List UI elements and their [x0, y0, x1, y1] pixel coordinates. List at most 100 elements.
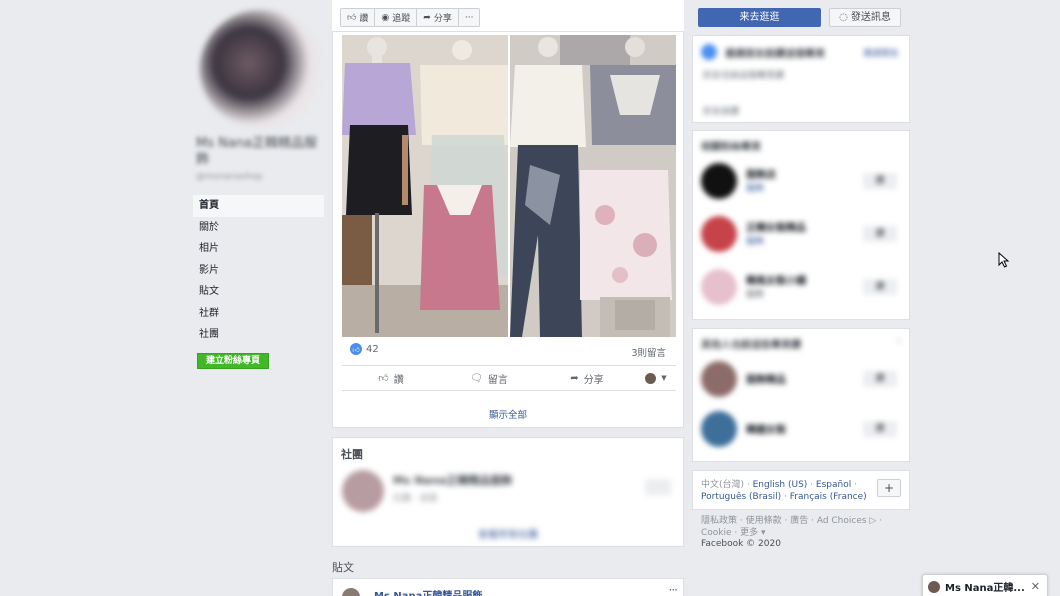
comment-bubble-icon: 🗨︎: [470, 372, 483, 384]
post-comment-button[interactable]: 🗨︎ 留言: [440, 371, 538, 386]
page-avatar-icon: [645, 372, 657, 384]
chat-tab[interactable]: Ms Nana正韓... ✕: [922, 574, 1048, 596]
reaction-count: 42: [366, 343, 379, 355]
also-liked-like-button[interactable]: 讚: [863, 421, 897, 437]
invite-title: 邀請朋友說讚這個專頁: [725, 49, 825, 60]
related-pages-title: 相關粉絲專頁: [701, 142, 761, 153]
also-liked-like-button[interactable]: 讚: [863, 371, 897, 387]
group-join-button[interactable]: [645, 479, 671, 495]
post-reactions[interactable]: 👍︎ 42: [350, 343, 379, 355]
pages-also-liked-content: 其他人也說這些專頁讚 › 服飾精品 讚 韓國女裝 讚: [693, 329, 909, 461]
page-like-label: 讚: [359, 14, 369, 24]
mouse-cursor-icon: [998, 252, 1010, 268]
footer-link-privacy[interactable]: 隱私政策: [701, 516, 737, 526]
also-liked-name: 服飾精品: [746, 375, 786, 386]
related-pages-content: 相關粉絲專頁 服飾店 服飾 讚 正韓女裝精品 服飾 讚 韓風女裝小舖 服飾 讚: [693, 131, 909, 319]
page-like-button[interactable]: 👍︎ 讚: [341, 9, 376, 26]
post-options-button[interactable]: ···: [669, 583, 679, 596]
copyright: Facebook © 2020: [701, 539, 781, 549]
page-action-bar: 👍︎ 讚 ◉ 追蹤 ➦ 分享 ···: [332, 0, 684, 32]
groups-content: Ms Nana正韓精品服飾 社團 · 成員 查看所有社團: [333, 464, 683, 544]
related-pages-card: 相關粉絲專頁 服飾店 服飾 讚 正韓女裝精品 服飾 讚 韓風女裝小舖 服飾 讚: [692, 130, 910, 320]
invite-friends-card: 邀請朋友說讚這個專頁 邀請朋友 好友也說這個專頁讚 好友說讚: [692, 35, 910, 123]
page-name[interactable]: Ms Nana正韓精品服飾: [196, 136, 322, 168]
page-handle[interactable]: @msnanashop: [196, 172, 263, 182]
see-all-groups-link[interactable]: 查看所有社團: [333, 526, 683, 541]
related-page-like-button[interactable]: 讚: [863, 226, 897, 242]
post-comment-label: 留言: [487, 374, 508, 386]
nav-item-home[interactable]: 首頁: [193, 195, 324, 217]
related-page-like-button[interactable]: 讚: [863, 173, 897, 189]
nav-item-groups[interactable]: 社團: [193, 324, 324, 346]
related-page-meta: 服飾: [746, 290, 765, 300]
related-page-avatar: [701, 269, 737, 305]
mannequin-display-photo-2: [510, 35, 676, 337]
mannequin-display-photo: [342, 35, 508, 337]
language-card: 中文(台灣) · English (US) · Español · Portug…: [692, 470, 910, 510]
related-page-item[interactable]: 正韓女裝精品 服飾 讚: [701, 216, 901, 256]
footer-link-more[interactable]: 更多 ▾: [740, 528, 765, 538]
language-link-portuguese[interactable]: Português (Brasil): [701, 492, 781, 502]
nav-item-posts[interactable]: 貼文: [193, 281, 324, 303]
also-liked-item[interactable]: 韓國女裝 讚: [701, 411, 901, 451]
post-share-button[interactable]: ➦ 分享: [538, 371, 636, 386]
related-page-item[interactable]: 服飾店 服飾 讚: [701, 163, 901, 203]
post-like-button[interactable]: 👍︎ 讚: [342, 371, 440, 386]
page-profile-picture[interactable]: [200, 10, 322, 128]
like-reaction-icon: 👍︎: [350, 343, 362, 355]
also-liked-avatar: [701, 361, 737, 397]
invite-friends-content: 邀請朋友說讚這個專頁 邀請朋友 好友也說這個專頁讚 好友說讚: [693, 36, 909, 122]
nav-item-about[interactable]: 關於: [193, 217, 324, 239]
language-link-english[interactable]: English (US): [753, 480, 808, 490]
related-page-like-button[interactable]: 讚: [863, 279, 897, 295]
messenger-icon: ◌: [839, 12, 848, 23]
rss-icon: ◉: [381, 12, 390, 23]
footer-link-ad-choices[interactable]: Ad Choices ▷: [817, 516, 877, 526]
post-action-bar: 👍︎ 讚 🗨︎ 留言 ➦ 分享 ▼: [342, 365, 676, 391]
invite-action-link[interactable]: 邀請朋友: [863, 46, 899, 59]
chevron-right-icon[interactable]: ›: [897, 334, 901, 347]
post-photo-left[interactable]: [342, 35, 508, 337]
language-link-french[interactable]: Français (France): [790, 492, 867, 502]
related-page-item[interactable]: 韓風女裝小舖 服飾 讚: [701, 269, 901, 309]
show-all-link[interactable]: 顯示全部: [333, 407, 683, 421]
shop-now-button[interactable]: 来去逛逛: [698, 8, 821, 27]
pages-also-liked-title: 其他人也說這些專頁讚: [701, 340, 801, 351]
also-liked-item[interactable]: 服飾精品 讚: [701, 361, 901, 401]
also-liked-avatar: [701, 411, 737, 447]
post-author-link[interactable]: Ms Nana正韓精品服飾: [374, 587, 482, 596]
create-page-button[interactable]: 建立粉絲專頁: [197, 353, 269, 369]
related-page-avatar: [701, 163, 737, 199]
nav-item-community[interactable]: 社群: [193, 303, 324, 325]
comment-count[interactable]: 3則留言: [631, 345, 666, 359]
invite-line-1: 好友也說這個專頁讚: [703, 71, 785, 81]
add-language-button[interactable]: +: [877, 479, 901, 497]
page-more-button[interactable]: ···: [459, 9, 480, 26]
footer-link-ads[interactable]: 廣告: [790, 516, 808, 526]
page-follow-button[interactable]: ◉ 追蹤: [375, 9, 418, 26]
post-as-selector[interactable]: ▼: [636, 372, 676, 384]
post-like-label: 讚: [393, 374, 404, 386]
nav-item-videos[interactable]: 影片: [193, 260, 324, 282]
group-meta: 社團 · 成員: [393, 494, 438, 504]
footer-link-cookie[interactable]: Cookie: [701, 528, 732, 538]
related-page-name: 正韓女裝精品: [746, 223, 806, 234]
group-thumbnail[interactable]: [342, 470, 384, 512]
avatar: [928, 580, 940, 593]
footer-link-terms[interactable]: 使用條款: [746, 516, 782, 526]
send-message-button[interactable]: ◌ 發送訊息: [829, 8, 901, 27]
groups-card: 社團 Ms Nana正韓精品服飾 社團 · 成員 查看所有社團: [332, 437, 684, 547]
invite-icon: [701, 44, 717, 60]
current-language: 中文(台灣): [701, 480, 745, 490]
post-card: 👍︎ 42 3則留言 👍︎ 讚 🗨︎ 留言 ➦ 分享 ▼ 顯示全部: [332, 32, 684, 428]
nav-item-photos[interactable]: 相片: [193, 238, 324, 260]
language-link-spanish[interactable]: Español: [816, 480, 851, 490]
avatar[interactable]: [342, 588, 360, 596]
page-share-button[interactable]: ➦ 分享: [417, 9, 459, 26]
chat-tab-name: Ms Nana正韓...: [945, 583, 1025, 594]
share-arrow-icon: ➦: [570, 372, 579, 384]
thumbs-up-outline-icon: 👍︎: [378, 373, 389, 384]
group-name[interactable]: Ms Nana正韓精品服飾: [393, 472, 512, 488]
close-icon[interactable]: ✕: [1031, 580, 1040, 593]
post-photo-right[interactable]: [510, 35, 676, 337]
